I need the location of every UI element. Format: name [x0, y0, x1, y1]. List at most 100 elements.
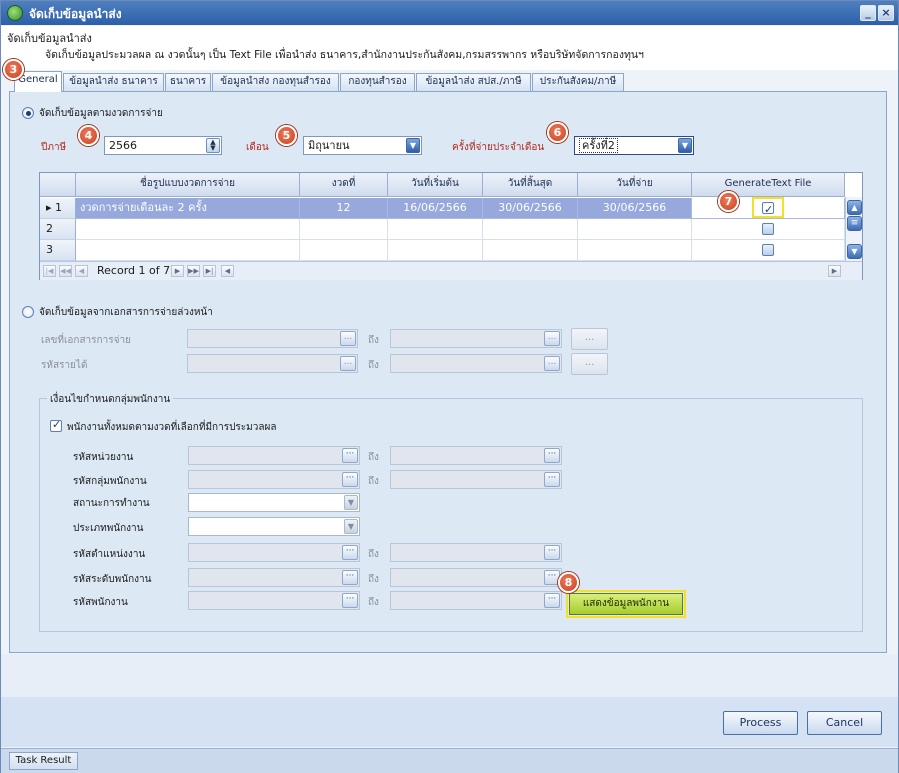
chevron-down-icon[interactable]: ▼ [406, 138, 420, 153]
row-header[interactable]: 2 [40, 219, 76, 240]
row-header[interactable]: ▸ 1 [40, 198, 76, 219]
cancel-button[interactable]: Cancel [807, 711, 882, 735]
period-radio[interactable] [22, 107, 34, 119]
advance-doc-radio[interactable] [22, 306, 34, 318]
doc-number-from[interactable]: ... [187, 329, 358, 348]
ellipsis-icon[interactable]: ... [340, 331, 356, 346]
ellipsis-icon[interactable]: ··· [544, 448, 560, 463]
level-code-label: รหัสระดับพนักงาน [73, 574, 152, 585]
cell-start[interactable]: 16/06/2566 [388, 198, 483, 219]
doc-browse-button[interactable]: ... [571, 328, 608, 350]
ellipsis-icon[interactable]: ··· [544, 593, 560, 608]
work-status-dropdown[interactable]: ▼ [188, 493, 360, 512]
employee-code-to[interactable]: ··· [390, 591, 562, 610]
position-code-label: รหัสตำแหน่งงาน [73, 549, 146, 560]
scroll-left-icon[interactable]: ◀ [221, 265, 234, 277]
cell-generate[interactable] [692, 240, 845, 261]
employee-code-from[interactable]: ··· [188, 591, 360, 610]
cell-end[interactable]: 30/06/2566 [483, 198, 578, 219]
ellipsis-icon[interactable]: ... [340, 356, 356, 371]
unit-code-to[interactable]: ··· [390, 446, 562, 465]
income-code-from[interactable]: ... [187, 354, 358, 373]
tab-fund-export[interactable]: ข้อมูลนำส่ง กองทุนสำรอง [212, 73, 339, 91]
employee-type-dropdown[interactable]: ▼ [188, 517, 360, 536]
cell-period[interactable] [300, 219, 388, 240]
period-dropdown[interactable]: ครั้งที่2 ▼ [574, 136, 694, 155]
month-dropdown[interactable]: มิถุนายน ▼ [303, 136, 422, 155]
next-record-icon[interactable]: ▶ [171, 265, 184, 277]
scroll-thumb[interactable]: ≡ [847, 216, 862, 231]
cell-generate[interactable] [692, 219, 845, 240]
scroll-right-icon[interactable]: ▶ [828, 265, 841, 277]
level-code-from[interactable]: ··· [188, 568, 360, 587]
spin-arrows-icon[interactable]: ▲ ▼ [206, 138, 220, 153]
group-code-to[interactable]: ··· [390, 470, 562, 489]
income-code-to[interactable]: ... [390, 354, 562, 373]
ellipsis-icon[interactable]: ··· [544, 472, 560, 487]
ellipsis-icon[interactable]: ··· [342, 593, 358, 608]
cell-period[interactable] [300, 240, 388, 261]
cell-end[interactable] [483, 240, 578, 261]
tab-sso-tax[interactable]: ประกันสังคม/ภาษี [532, 73, 624, 91]
prev-page-icon[interactable]: ◀◀ [59, 265, 72, 277]
chevron-down-icon[interactable]: ▼ [678, 138, 692, 153]
advance-doc-radio-label: จัดเก็บข้อมูลจากเอกสารการจ่ายล่วงหน้า [39, 307, 213, 318]
grid-vertical-scrollbar[interactable]: ▲ ≡ ▼ [845, 197, 862, 261]
ellipsis-icon[interactable]: ··· [544, 545, 560, 560]
col-header-end[interactable]: วันที่สิ้นสุด [483, 173, 578, 197]
ellipsis-icon[interactable]: ··· [342, 545, 358, 560]
generate-checkbox[interactable] [762, 223, 774, 235]
all-employees-checkbox[interactable]: ✓ [50, 418, 62, 432]
col-header-start[interactable]: วันที่เริ่มต้น [388, 173, 483, 197]
first-record-icon[interactable]: |◀ [43, 265, 56, 277]
tab-bank[interactable]: ธนาคาร [165, 73, 211, 91]
chevron-down-icon[interactable]: ▼ [344, 495, 358, 510]
position-code-to[interactable]: ··· [390, 543, 562, 562]
ellipsis-icon[interactable]: ··· [342, 570, 358, 585]
doc-number-to[interactable]: ... [390, 329, 562, 348]
table-row[interactable]: 3 [40, 240, 845, 261]
scroll-up-icon[interactable]: ▲ [847, 200, 862, 215]
ellipsis-icon[interactable]: ... [544, 356, 560, 371]
table-row[interactable]: 2 [40, 219, 845, 240]
cell-start[interactable] [388, 219, 483, 240]
cell-end[interactable] [483, 219, 578, 240]
task-result-tab[interactable]: Task Result [9, 752, 78, 770]
cell-pay[interactable] [578, 240, 692, 261]
ellipsis-icon[interactable]: ··· [342, 472, 358, 487]
col-header-pay[interactable]: วันที่จ่าย [578, 173, 692, 197]
chevron-down-icon[interactable]: ▼ [344, 519, 358, 534]
cell-pay[interactable]: 30/06/2566 [578, 198, 692, 219]
minimize-button[interactable]: _ [860, 5, 876, 21]
row-header[interactable]: 3 [40, 240, 76, 261]
to-label: ถึง [368, 574, 379, 585]
level-code-to[interactable]: ··· [390, 568, 562, 587]
unit-code-from[interactable]: ··· [188, 446, 360, 465]
tab-bank-export[interactable]: ข้อมูลนำส่ง ธนาคาร [63, 73, 164, 91]
income-browse-button[interactable]: ... [571, 353, 608, 375]
cell-pay[interactable] [578, 219, 692, 240]
last-record-icon[interactable]: ▶| [203, 265, 216, 277]
close-button[interactable]: × [878, 5, 894, 21]
cell-name[interactable] [76, 219, 300, 240]
prev-record-icon[interactable]: ◀ [75, 265, 88, 277]
ellipsis-icon[interactable]: ... [544, 331, 560, 346]
ellipsis-icon[interactable]: ··· [342, 448, 358, 463]
process-button[interactable]: Process [723, 711, 798, 735]
year-spinner[interactable]: 2566 ▲ ▼ [104, 136, 222, 155]
next-page-icon[interactable]: ▶▶ [187, 265, 200, 277]
group-code-from[interactable]: ··· [188, 470, 360, 489]
col-header-period[interactable]: งวดที่ [300, 173, 388, 197]
position-code-from[interactable]: ··· [188, 543, 360, 562]
col-header-name[interactable]: ชื่อรูปแบบงวดการจ่าย [76, 173, 300, 197]
cell-name[interactable] [76, 240, 300, 261]
cell-start[interactable] [388, 240, 483, 261]
show-employees-button[interactable]: แสดงข้อมูลพนักงาน [569, 593, 683, 615]
tab-fund[interactable]: กองทุนสำรอง [340, 73, 415, 91]
generate-checkbox[interactable] [762, 244, 774, 256]
cell-name[interactable]: งวดการจ่ายเดือนละ 2 ครั้ง [76, 198, 300, 219]
scroll-down-icon[interactable]: ▼ [847, 244, 862, 259]
tab-sso-tax-export[interactable]: ข้อมูลนำส่ง สปส./ภาษี [416, 73, 531, 91]
col-header-generate[interactable]: GenerateText File [692, 173, 845, 197]
cell-period[interactable]: 12 [300, 198, 388, 219]
